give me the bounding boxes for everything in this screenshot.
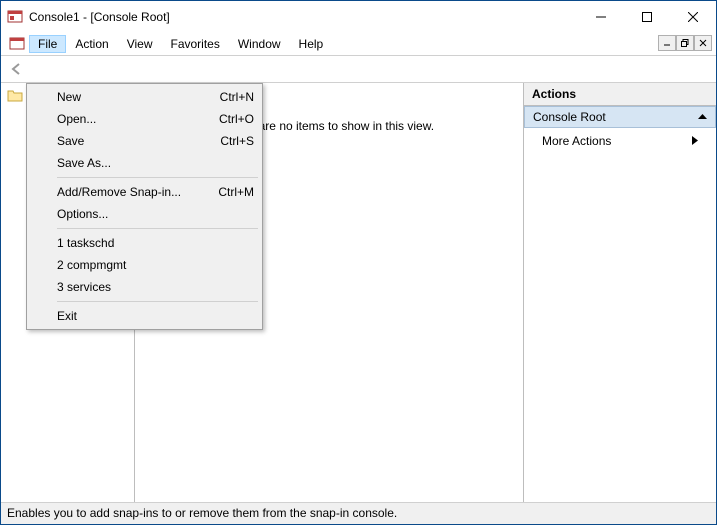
- mdi-controls: [658, 35, 712, 51]
- menu-item-options[interactable]: Options...: [29, 203, 260, 225]
- menubar: File Action View Favorites Window Help: [1, 33, 716, 55]
- menu-favorites[interactable]: Favorites: [162, 35, 229, 53]
- maximize-button[interactable]: [624, 1, 670, 33]
- actions-header: Actions: [524, 83, 716, 106]
- menu-item-label: Add/Remove Snap-in...: [57, 185, 181, 199]
- close-button[interactable]: [670, 1, 716, 33]
- menu-item-label: 3 services: [57, 280, 111, 294]
- menu-separator: [57, 228, 258, 229]
- submenu-arrow-icon: [692, 134, 698, 148]
- menu-item-shortcut: Ctrl+O: [219, 112, 254, 126]
- menu-item-shortcut: Ctrl+S: [220, 134, 254, 148]
- mdi-restore-button[interactable]: [676, 35, 694, 51]
- doc-icon: [9, 36, 25, 52]
- minimize-button[interactable]: [578, 1, 624, 33]
- menu-item-label: Save: [57, 134, 84, 148]
- menu-item-new[interactable]: New Ctrl+N: [29, 86, 260, 108]
- menu-window[interactable]: Window: [229, 35, 290, 53]
- toolbar: [1, 55, 716, 83]
- menu-item-label: Save As...: [57, 156, 111, 170]
- menu-item-label: Exit: [57, 309, 77, 323]
- menu-separator: [57, 177, 258, 178]
- menu-view[interactable]: View: [118, 35, 162, 53]
- menu-item-recent-3[interactable]: 3 services: [29, 276, 260, 298]
- statusbar: Enables you to add snap-ins to or remove…: [1, 502, 716, 524]
- mdi-close-button[interactable]: [694, 35, 712, 51]
- menu-separator: [57, 301, 258, 302]
- actions-pane: Actions Console Root More Actions: [524, 83, 716, 502]
- menu-item-label: Open...: [57, 112, 96, 126]
- window-title: Console1 - [Console Root]: [29, 10, 170, 24]
- mdi-minimize-button[interactable]: [658, 35, 676, 51]
- menu-item-save-as[interactable]: Save As...: [29, 152, 260, 174]
- folder-icon: [7, 88, 23, 104]
- menu-action[interactable]: Action: [66, 35, 117, 53]
- actions-section-label: Console Root: [533, 110, 606, 124]
- app-icon: [7, 9, 23, 25]
- menu-item-exit[interactable]: Exit: [29, 305, 260, 327]
- menu-item-shortcut: Ctrl+M: [218, 185, 254, 199]
- menu-item-label: 1 taskschd: [57, 236, 114, 250]
- menu-item-save[interactable]: Save Ctrl+S: [29, 130, 260, 152]
- menu-file[interactable]: File: [29, 35, 66, 53]
- actions-more[interactable]: More Actions: [524, 128, 716, 154]
- menu-item-open[interactable]: Open... Ctrl+O: [29, 108, 260, 130]
- menu-item-label: 2 compmgmt: [57, 258, 126, 272]
- titlebar: Console1 - [Console Root]: [1, 1, 716, 33]
- back-button[interactable]: [5, 57, 29, 81]
- menu-item-label: New: [57, 90, 81, 104]
- collapse-icon: [698, 110, 707, 124]
- main-window: Console1 - [Console Root] File Action Vi…: [0, 0, 717, 525]
- menu-item-recent-2[interactable]: 2 compmgmt: [29, 254, 260, 276]
- actions-section[interactable]: Console Root: [524, 106, 716, 128]
- file-menu-dropdown: New Ctrl+N Open... Ctrl+O Save Ctrl+S Sa…: [26, 83, 263, 330]
- actions-more-label: More Actions: [542, 134, 611, 148]
- menu-item-label: Options...: [57, 207, 108, 221]
- menu-item-shortcut: Ctrl+N: [220, 90, 254, 104]
- content-area: Console Root There are no items to show …: [1, 83, 716, 502]
- menu-item-add-remove-snapin[interactable]: Add/Remove Snap-in... Ctrl+M: [29, 181, 260, 203]
- menu-item-recent-1[interactable]: 1 taskschd: [29, 232, 260, 254]
- menu-help[interactable]: Help: [290, 35, 333, 53]
